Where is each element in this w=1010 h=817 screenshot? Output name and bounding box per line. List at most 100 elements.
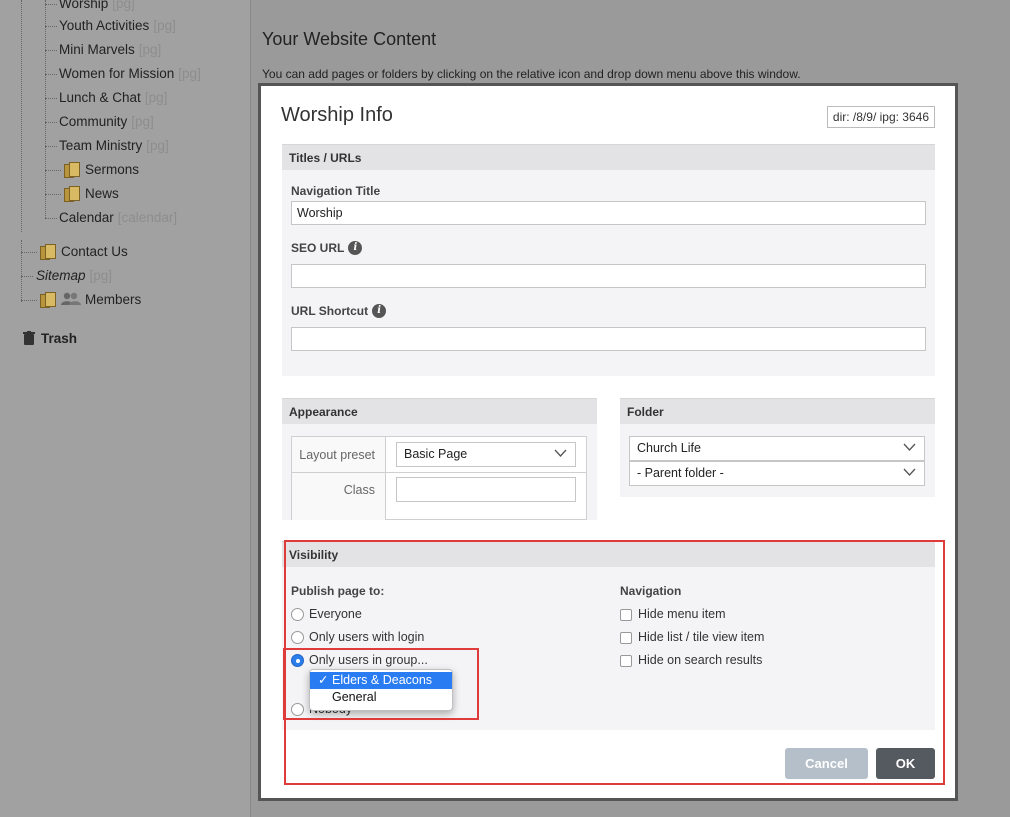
titles-urls-panel: Titles / URLs Navigation Title Worship S… [282, 144, 935, 376]
chevron-down-icon [554, 449, 567, 457]
ok-button[interactable]: OK [876, 748, 935, 779]
publish-page-to-label: Publish page to: [291, 584, 385, 598]
tree-item-team-ministry[interactable]: Team Ministry [pg] [59, 136, 169, 156]
tree-item-lunch-chat[interactable]: Lunch & Chat [pg] [59, 88, 167, 108]
tree-item-label: Team Ministry [59, 138, 143, 153]
tree-line [21, 276, 33, 277]
class-input[interactable] [396, 477, 576, 502]
folder-panel: Folder Church Life - Parent folder - [620, 398, 935, 497]
appearance-panel: Appearance Layout preset Basic Page Clas… [282, 398, 597, 520]
navigation-title-input[interactable]: Worship [291, 201, 926, 225]
seo-url-input[interactable] [291, 264, 926, 288]
tree-line [21, 300, 37, 301]
tree-item-mini-marvels[interactable]: Mini Marvels [pg] [59, 40, 161, 60]
tree-line [45, 26, 57, 27]
layout-preset-row: Layout preset Basic Page [292, 437, 586, 473]
hide-list-tile-label: Hide list / tile view item [638, 630, 765, 644]
members-icon [61, 292, 81, 305]
tree-item-label: Worship [59, 0, 109, 11]
seo-url-label: SEO URL i [291, 241, 363, 255]
hide-search-results-label: Hide on search results [638, 653, 763, 667]
radio-users-with-login[interactable] [291, 631, 304, 644]
tree-item-women-for-mission[interactable]: Women for Mission [pg] [59, 64, 201, 84]
radio-users-in-group[interactable] [291, 654, 304, 667]
url-shortcut-input[interactable] [291, 327, 926, 351]
tree-item-label: Sitemap [36, 268, 86, 283]
tree-line [45, 0, 46, 218]
radio-nobody[interactable] [291, 703, 304, 716]
tree-item-label: Community [59, 114, 128, 129]
tree-item-label: Sermons [85, 162, 140, 177]
hide-menu-item-checkbox[interactable] [620, 609, 632, 621]
tree-item-members[interactable]: Members [40, 290, 141, 310]
tree-item-tag: [pg] [153, 18, 176, 33]
url-shortcut-label-text: URL Shortcut [291, 304, 369, 318]
panel-header: Folder [620, 398, 935, 424]
class-row: Class [292, 473, 586, 520]
tree-item-sitemap[interactable]: Sitemap [pg] [36, 266, 112, 286]
checkmark-icon: ✓ [318, 673, 329, 687]
trash-label: Trash [41, 331, 78, 346]
info-icon[interactable]: i [348, 241, 363, 255]
hide-search-results-checkbox[interactable] [620, 655, 632, 667]
layout-preset-value: Basic Page [404, 447, 468, 461]
cancel-button[interactable]: Cancel [785, 748, 868, 779]
dialog-title: Worship Info [281, 104, 393, 126]
tree-item-label: Women for Mission [59, 66, 175, 81]
info-icon[interactable]: i [372, 304, 387, 318]
sidebar-tree: Worship [pg] Youth Activities [pg] Mini Ma… [0, 0, 251, 817]
group-option-general[interactable]: General [310, 689, 452, 706]
tree-item-sermons[interactable]: Sermons [64, 160, 139, 180]
dir-info-badge: dir: /8/9/ ipg: 3646 [826, 106, 935, 128]
layout-preset-select[interactable]: Basic Page [396, 442, 576, 467]
tree-line [45, 4, 57, 5]
tree-item-tag: [pg] [138, 42, 162, 57]
tree-item-label: Members [85, 292, 142, 307]
tree-item-tag: [calendar] [117, 210, 178, 225]
tree-item-calendar[interactable]: Calendar [calendar] [59, 208, 177, 228]
tree-item-community[interactable]: Community [pg] [59, 112, 154, 132]
panel-header: Appearance [282, 398, 597, 424]
tree-line [45, 146, 57, 147]
page-title: Your Website Content [262, 29, 437, 49]
folder-icon [64, 162, 80, 178]
radio-everyone[interactable] [291, 608, 304, 621]
tree-line [45, 122, 57, 123]
group-option-label: General [332, 690, 377, 704]
panel-header: Visibility [282, 541, 935, 567]
group-option-label: Elders & Deacons [332, 673, 433, 687]
folder-select[interactable]: Church Life [629, 436, 925, 461]
tree-item-youth-activities[interactable]: Youth Activities [pg] [59, 16, 176, 36]
tree-item-tag: [pg] [178, 66, 201, 81]
tree-item-label: Calendar [59, 210, 114, 225]
folder-icon [40, 292, 56, 308]
group-option-elders-deacons[interactable]: ✓ Elders & Deacons [310, 672, 452, 689]
tree-item-worship[interactable]: Worship [pg] [59, 0, 135, 14]
hide-menu-item-label: Hide menu item [638, 607, 726, 621]
navigation-title-label: Navigation Title [291, 184, 381, 198]
folder-icon [64, 186, 80, 202]
tree-line [45, 218, 57, 219]
panel-header: Titles / URLs [282, 144, 935, 170]
tree-item-tag: [pg] [112, 0, 135, 11]
parent-folder-value: - Parent folder - [637, 466, 724, 480]
tree-item-news[interactable]: News [64, 184, 119, 204]
tree-line [45, 50, 57, 51]
tree-line [21, 240, 22, 302]
trash-item[interactable]: Trash [23, 329, 77, 349]
layout-preset-label: Layout preset [292, 437, 386, 472]
hide-list-tile-checkbox[interactable] [620, 632, 632, 644]
tree-item-label: Mini Marvels [59, 42, 135, 57]
tree-item-contact-us[interactable]: Contact Us [40, 242, 128, 262]
chevron-down-icon [903, 443, 916, 451]
tree-item-tag: [pg] [146, 138, 169, 153]
folder-icon [40, 244, 56, 260]
folder-value: Church Life [637, 441, 701, 455]
tree-item-label: Youth Activities [59, 18, 150, 33]
tree-line [21, 0, 22, 232]
tree-line [45, 194, 61, 195]
tree-item-tag: [pg] [131, 114, 154, 129]
url-shortcut-label: URL Shortcut i [291, 304, 387, 318]
parent-folder-select[interactable]: - Parent folder - [629, 461, 925, 486]
navigation-label: Navigation [620, 584, 682, 598]
